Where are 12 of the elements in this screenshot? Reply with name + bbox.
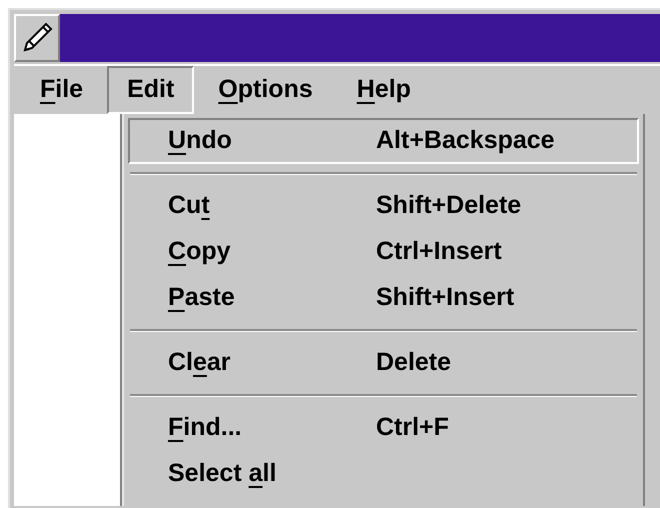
menu-bar-item[interactable]: Help — [336, 66, 431, 114]
menu-item[interactable]: Paste Shift+Insert — [128, 275, 639, 321]
menu-bar-item[interactable]: File — [20, 66, 104, 114]
menu-item[interactable]: Cut Shift+Delete — [128, 183, 639, 229]
menu-item[interactable]: Undo Alt+Backspace — [128, 118, 639, 164]
menu-bar-item[interactable]: Edit — [107, 66, 194, 114]
menu-item[interactable]: Clear Delete — [128, 340, 639, 386]
menu-item[interactable]: Select all — [128, 451, 639, 497]
menu-item[interactable]: Copy Ctrl+Insert — [128, 229, 639, 275]
menu-bar-item[interactable]: Options — [198, 66, 333, 114]
system-menu-button[interactable] — [14, 14, 60, 62]
menu-item[interactable]: Find... Ctrl+F — [128, 405, 639, 451]
